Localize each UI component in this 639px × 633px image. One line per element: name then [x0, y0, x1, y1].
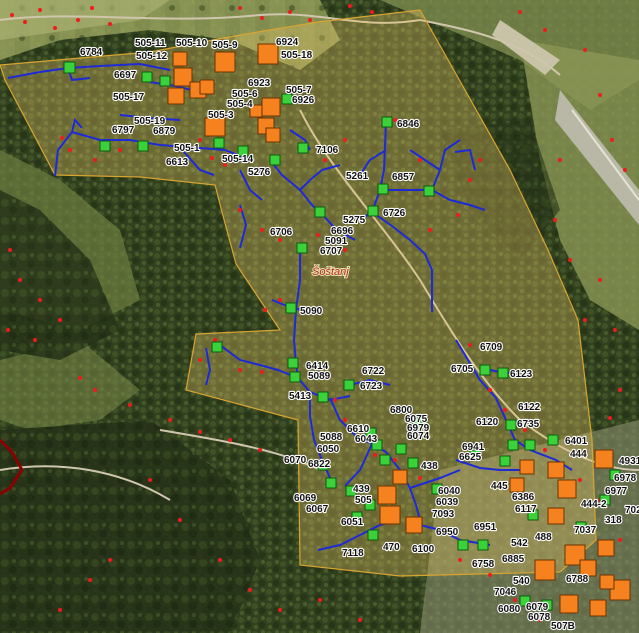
- label-505-17: 505-17: [113, 92, 145, 103]
- label-6726: 6726: [383, 208, 406, 219]
- label-6926: 6926: [292, 95, 315, 106]
- label-7046: 7046: [494, 587, 517, 598]
- label-444: 444: [570, 449, 587, 460]
- label-6039: 6039: [436, 497, 459, 508]
- label-540: 540: [513, 576, 530, 587]
- label-6697: 6697: [114, 70, 137, 81]
- label-6822: 6822: [308, 459, 331, 470]
- label-6078: 6078: [528, 612, 551, 623]
- label-6951: 6951: [474, 522, 497, 533]
- town-label: Šoštanj: [311, 264, 350, 279]
- label-6040: 6040: [438, 486, 461, 497]
- label-444-2: 444-2: [581, 499, 607, 510]
- label-6797: 6797: [112, 125, 135, 136]
- label-6722: 6722: [362, 366, 385, 377]
- label-7037: 7037: [574, 525, 597, 536]
- label-6123: 6123: [510, 369, 533, 380]
- label-702: 702: [625, 505, 639, 516]
- orthophoto-map[interactable]: Šoštanj 6784 505-11 505-12 505-10 505-9 …: [0, 0, 639, 633]
- label-6401: 6401: [565, 436, 588, 447]
- label-488: 488: [535, 532, 552, 543]
- label-4931: 4931: [619, 456, 639, 467]
- label-438: 438: [421, 461, 438, 472]
- label-6758: 6758: [472, 559, 495, 570]
- label-6070: 6070: [284, 455, 307, 466]
- label-6122: 6122: [518, 402, 541, 413]
- label-505-18: 505-18: [281, 50, 313, 61]
- label-6043: 6043: [355, 434, 378, 445]
- label-6706: 6706: [270, 227, 293, 238]
- label-439: 439: [353, 484, 370, 495]
- label-6788: 6788: [566, 574, 589, 585]
- label-318: 318: [605, 515, 622, 526]
- label-6120: 6120: [476, 417, 499, 428]
- label-6735: 6735: [517, 419, 540, 430]
- label-445: 445: [491, 481, 508, 492]
- label-7093: 7093: [432, 509, 455, 520]
- label-6613: 6613: [166, 157, 189, 168]
- label-542: 542: [511, 538, 528, 549]
- label-507B: 507B: [551, 621, 575, 632]
- label-6723: 6723: [360, 381, 383, 392]
- label-505-14: 505-14: [222, 154, 254, 165]
- label-505-3: 505-3: [208, 110, 234, 121]
- label-5261: 5261: [346, 171, 369, 182]
- label-505-1: 505-1: [174, 143, 200, 154]
- label-6846: 6846: [397, 119, 420, 130]
- label-6709: 6709: [480, 342, 503, 353]
- label-505-9: 505-9: [212, 40, 238, 51]
- label-7106: 7106: [316, 145, 339, 156]
- label-6885: 6885: [502, 554, 525, 565]
- label-5090: 5090: [300, 306, 323, 317]
- label-5089: 5089: [308, 371, 331, 382]
- label-6950: 6950: [436, 527, 459, 538]
- label-6100: 6100: [412, 544, 435, 555]
- label-6074: 6074: [407, 431, 430, 442]
- label-5275: 5275: [343, 215, 366, 226]
- label-6924: 6924: [276, 37, 299, 48]
- label-6978: 6978: [614, 473, 637, 484]
- label-505-4: 505-4: [227, 99, 253, 110]
- label-6050: 6050: [317, 444, 340, 455]
- label-6923: 6923: [248, 78, 271, 89]
- label-6879: 6879: [153, 126, 176, 137]
- label-6386: 6386: [512, 492, 535, 503]
- label-470: 470: [383, 542, 400, 553]
- label-6705: 6705: [451, 364, 474, 375]
- label-6051: 6051: [341, 517, 364, 528]
- label-6784: 6784: [80, 47, 103, 58]
- label-505-11: 505-11: [135, 38, 166, 49]
- label-6977: 6977: [605, 486, 628, 497]
- label-6069: 6069: [294, 493, 317, 504]
- label-505-10: 505-10: [176, 38, 208, 49]
- label-6117: 6117: [515, 504, 537, 515]
- label-5276: 5276: [248, 167, 271, 178]
- label-505: 505: [355, 495, 372, 506]
- label-7118: 7118: [342, 548, 364, 559]
- label-5088: 5088: [320, 432, 343, 443]
- label-6079: 6079: [526, 602, 549, 613]
- label-5413: 5413: [289, 391, 312, 402]
- label-6625: 6625: [459, 452, 482, 463]
- label-6707: 6707: [320, 246, 343, 257]
- label-6857: 6857: [392, 172, 415, 183]
- label-6067: 6067: [306, 504, 329, 515]
- label-505-12: 505-12: [136, 51, 168, 62]
- label-6080: 6080: [498, 604, 521, 615]
- town-name: Šoštanj: [312, 265, 349, 278]
